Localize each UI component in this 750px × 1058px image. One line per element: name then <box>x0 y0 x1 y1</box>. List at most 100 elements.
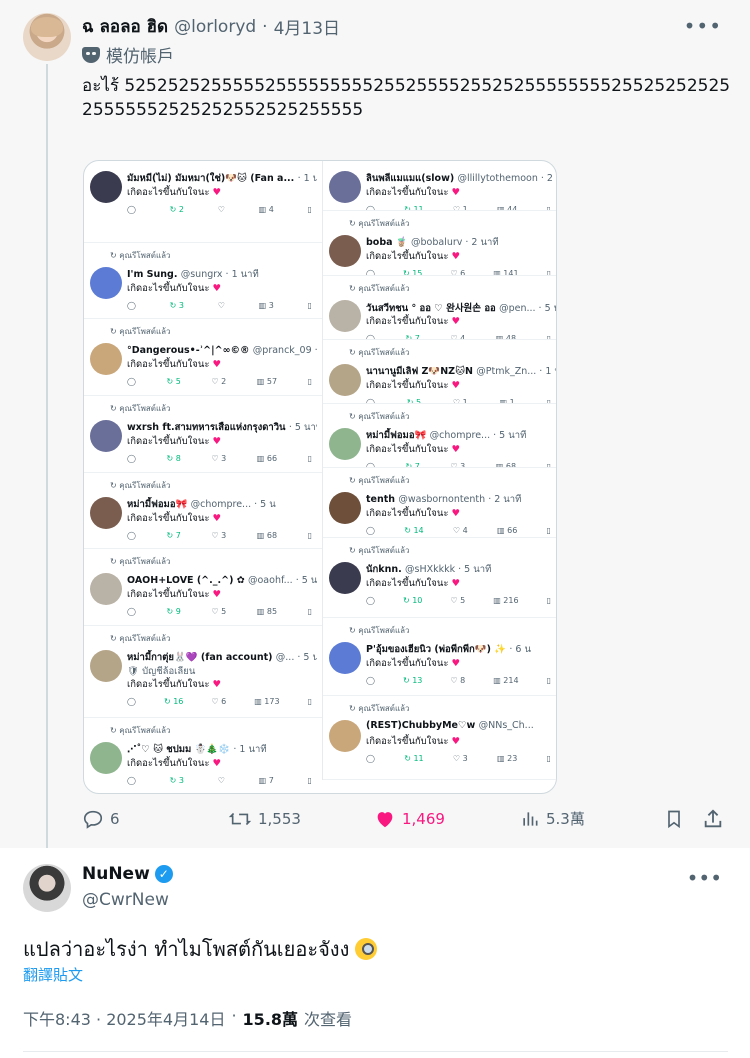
retweeted-label: ↻ คุณรีโพสต์แล้ว <box>110 404 171 413</box>
retweeted-label: ↻ คุณรีโพสต์แล้ว <box>349 626 410 635</box>
monocle-face-emoji-icon <box>355 938 378 960</box>
embedded-reply-icon: ◯ <box>366 676 375 685</box>
embedded-reply-icon: ◯ <box>127 301 136 310</box>
avatar[interactable] <box>23 13 71 61</box>
views-button[interactable]: 5.3萬 <box>520 808 585 829</box>
repost-button[interactable]: 1,553 <box>228 808 301 830</box>
author-handle[interactable]: @lorloryd <box>174 17 256 37</box>
embedded-author-name: หม่ามี้กาตุ่ย🐰💜 (fan account) <box>127 652 276 663</box>
embedded-bookmark-icon: ▯ <box>307 776 312 785</box>
embedded-avatar <box>90 497 122 529</box>
embedded-post: ↻ คุณรีโพสต์แล้ว หม่ามี้ฟอมอ🎀 @chompre...… <box>84 473 322 549</box>
embedded-author-handle: · 5 นาที <box>288 422 317 433</box>
embedded-reply-icon: ◯ <box>127 454 136 463</box>
translate-post-link[interactable]: 翻譯貼文 <box>23 964 83 985</box>
embedded-like-count: ♡ <box>217 205 225 214</box>
embedded-author-handle: @NNs_Ch... <box>478 720 534 731</box>
embedded-post-text: เกิดอะไรขึ้นกับใจนะ ♥ <box>366 380 460 391</box>
author-handle[interactable]: @CwrNew <box>82 890 169 910</box>
embedded-post-text: เกิดอะไรขึ้นกับใจนะ ♥ <box>366 508 460 519</box>
embedded-repost-count: ↻ 5 <box>166 377 181 386</box>
embedded-post-actions: ◯ ↻ 13 ♡ 8 ▥ 214 ▯ <box>366 676 551 685</box>
embedded-post-header: นานานูมีเลิฟ Z🐶NZ🐱N @Ptmk_Zn... · 1 นาที <box>366 364 556 379</box>
embedded-like-count: ♡ 5 <box>450 596 466 605</box>
retweeted-label: ↻ คุณรีโพสต์แล้ว <box>110 557 171 566</box>
embedded-post-text: เกิดอะไรขึ้นกับใจนะ ♥ <box>366 736 460 747</box>
embedded-avatar <box>329 235 361 267</box>
embedded-post-header: หม่ามี้ฟอมอ🎀 @chompre... · 5 นาที <box>366 428 556 443</box>
embedded-views-count: ▥ 141 <box>493 269 519 276</box>
embedded-repost-count: ↻ 3 <box>169 776 185 785</box>
views-chart-icon <box>523 811 538 826</box>
embedded-post-actions: ◯ ↻ 2 ♡ ▥ 4 ▯ <box>127 205 312 214</box>
embedded-avatar <box>329 300 361 332</box>
parody-account-label: 模仿帳戶 <box>82 42 174 67</box>
embedded-avatar <box>329 720 361 752</box>
embedded-post-header: หม่ามี้ฟอมอ🎀 @chompre... · 5 น <box>127 497 317 512</box>
embedded-post-header: wxrsh ft.สามทหารเสือแห่งกรุงดาวิน · 5 นา… <box>127 420 317 435</box>
embedded-post-text: เกิดอะไรขึ้นกับใจนะ ♥ <box>366 444 460 455</box>
attached-image[interactable]: มัมหมี(ไม่) มัมหมา(ใช่)🐶🐱 (Fan a... · 1 … <box>83 160 557 794</box>
bookmark-button[interactable] <box>664 808 684 830</box>
embedded-views-count: ▥ 23 <box>497 754 518 763</box>
heart-emoji-icon: ♥ <box>212 679 221 690</box>
embedded-like-count: ♡ 4 <box>452 526 468 535</box>
embedded-author-name: boba 🧋 <box>366 237 411 248</box>
heart-emoji-icon: ♥ <box>212 283 221 294</box>
like-count: 1,469 <box>402 810 445 828</box>
share-icon <box>704 809 722 828</box>
embedded-author-handle: @sungrx · 1 นาที <box>180 269 259 280</box>
embedded-author-name: tenth <box>366 494 399 505</box>
embedded-author-name: ลินพลีแมแมแ(slow) <box>366 173 458 184</box>
author-name[interactable]: ฉ ลอลอ ฮิด <box>82 13 168 40</box>
embedded-post: ↻ คุณรีโพสต์แล้ว ⋰˚♡ 🐱 ชปมม ☃️🎄❄️ · 1 นาท… <box>84 718 322 793</box>
verified-badge-icon: ✓ <box>154 865 173 883</box>
heart-emoji-icon: ♥ <box>212 436 221 447</box>
embedded-post-text: เกิดอะไรขึ้นกับใจนะ ♥ <box>366 187 460 198</box>
embedded-bookmark-icon: ▯ <box>546 596 551 605</box>
share-button[interactable] <box>702 808 724 830</box>
heart-emoji-icon: ♥ <box>451 380 460 391</box>
embedded-views-count: ▥ 85 <box>256 607 278 616</box>
author-name[interactable]: NuNew <box>82 864 150 884</box>
more-options-icon[interactable]: ••• <box>684 14 722 38</box>
embedded-repost-count: ↻ 13 <box>402 676 423 685</box>
embedded-repost-count: ↻ 15 <box>402 269 423 276</box>
like-button[interactable]: 1,469 <box>374 808 445 830</box>
embedded-author-handle: @llillytothemoon · 2 นาที <box>457 173 557 184</box>
retweeted-label: ↻ คุณรีโพสต์แล้ว <box>349 546 410 555</box>
embedded-repost-count: ↻ 11 <box>404 754 424 763</box>
post-text: อะไร้ 5252525255555255555555525525555255… <box>82 76 731 120</box>
embedded-post-text: เกิดอะไรขึ้นกับใจนะ ♥ <box>127 758 221 769</box>
embedded-repost-count: ↻ 3 <box>169 301 185 310</box>
bookmark-icon <box>668 810 680 829</box>
heart-emoji-icon: ♥ <box>451 316 460 327</box>
embedded-post: ลินพลีแมแมแ(slow) @llillytothemoon · 2 น… <box>323 161 557 211</box>
embedded-post-text: เกิดอะไรขึ้นกับใจนะ ♥ <box>127 513 221 524</box>
embedded-post-header: หม่ามี้กาตุ่ย🐰💜 (fan account) @... · 5 น <box>127 650 317 665</box>
retweeted-label: ↻ คุณรีโพสต์แล้ว <box>349 412 410 421</box>
embedded-post-text: เกิดอะไรขึ้นกับใจนะ ♥ <box>127 436 221 447</box>
embedded-bookmark-icon: ▯ <box>546 754 551 763</box>
heart-emoji-icon: ♥ <box>451 508 460 519</box>
embedded-post-actions: ◯ ↻ 11 ♡ 3 ▥ 23 ▯ <box>366 754 551 763</box>
embedded-avatar <box>90 343 122 375</box>
more-options-icon[interactable]: ••• <box>687 866 722 890</box>
reply-button[interactable]: 6 <box>82 808 120 830</box>
retweeted-label: ↻ คุณรีโพสต์แล้ว <box>349 704 410 713</box>
heart-emoji-icon: ♥ <box>212 359 221 370</box>
embedded-post-actions: ◯ ↻ 3 ♡ ▥ 7 ▯ <box>127 776 312 785</box>
embedded-post-header: tenth @wasbornontenth · 2 นาที <box>366 492 556 507</box>
post-date[interactable]: 4月13日 <box>274 14 340 39</box>
embedded-author-handle: @sHXkkkk · 5 นาที <box>405 564 492 575</box>
post-timestamp[interactable]: 下午8:43 · 2025年4月14日 <box>23 1006 225 1030</box>
avatar[interactable] <box>23 864 71 912</box>
retweeted-label: ↻ คุณรีโพสต์แล้ว <box>349 219 410 228</box>
embedded-reply-icon: ◯ <box>127 377 136 386</box>
embedded-views-count: ▥ 3 <box>258 301 274 310</box>
embedded-repost-count: ↻ 8 <box>166 454 181 463</box>
embedded-like-count: ♡ 3 <box>211 531 227 540</box>
embedded-author-name: นักknn. <box>366 564 406 575</box>
embedded-author-handle: @bobalurv · 2 นาที <box>410 237 499 248</box>
embedded-bookmark-icon: ▯ <box>307 301 312 310</box>
